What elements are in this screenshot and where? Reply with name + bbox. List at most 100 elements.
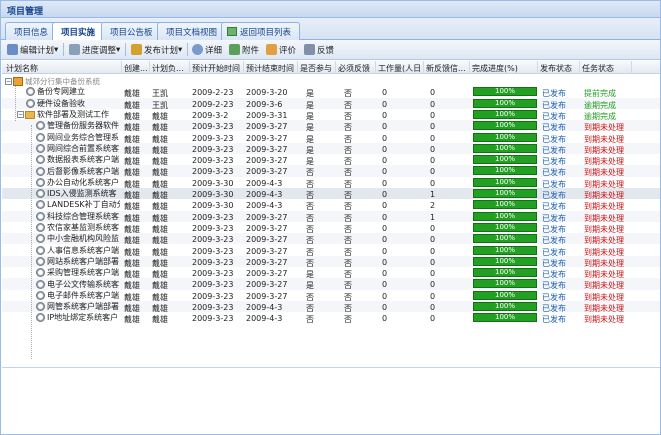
table-row[interactable]: 硬件设备验收 戴雄 王凯 2009-2-23 2009-3-6 是 否 0 0 100% 已发布 逾期… [2, 97, 660, 109]
column-header[interactable]: 新反馈信... [424, 61, 470, 74]
publish-status: 已发布 [542, 168, 566, 177]
publish-status: 已发布 [542, 224, 566, 234]
table-row[interactable]: 电子邮件系统客户端 戴雄 戴雄 2009-3-23 2009-3-27 否否 0 0 100% 已… [2, 290, 660, 301]
owner-cell: 戴雄 [152, 179, 168, 188]
feedback-required-cell: 否 [344, 168, 352, 177]
publish-status: 已发布 [542, 236, 566, 245]
review-button[interactable]: 评价 [264, 42, 298, 57]
task-status: 到期未处理 [584, 123, 624, 132]
toolbar: 编辑计划 ▾ 进度调整 ▾ 发布计划 ▾ 详细 附件 评价 反馈 [1, 40, 660, 60]
workload-cell: 0 [382, 257, 388, 267]
task-gear-icon [26, 98, 35, 108]
table-row[interactable]: 办公自动化系统客户 戴雄 戴雄 2009-3-30 2009-4-3 否否 0 0 100% 已发… [2, 177, 660, 188]
table-row[interactable]: 电子公文传输系统客 戴雄 戴雄 2009-3-23 2009-3-27 是否 0 0 100% 已… [2, 278, 660, 290]
detail-button[interactable]: 详细 [190, 42, 224, 57]
column-header[interactable]: 完成进度(%) [470, 61, 538, 74]
table-row[interactable]: 管理备份服务器软件 戴雄 戴雄 2009-3-23 2009-3-27 是否 0 0 100% 已… [2, 120, 660, 132]
window-title: 项目管理 [1, 1, 660, 18]
project-window: 项目管理 项目信息 项目实施 项目公告板 项目文档视图 返回项目列表 编辑计划 ▾… [0, 0, 661, 435]
table-row[interactable]: 科技综合管理系统客 戴雄 戴雄 2009-3-23 2009-3-27 否否 0 1 100% 已… [2, 210, 660, 222]
start-date-cell: 2009-3-23 [192, 223, 234, 233]
tab-project-implementation[interactable]: 项目实施 [52, 22, 105, 41]
task-status: 到期未处理 [584, 292, 624, 301]
column-header[interactable]: 计划名称 [4, 61, 122, 74]
end-date-cell: 2009-4-3 [246, 178, 283, 188]
table-row[interactable]: 网站系统客户端部署 戴雄 戴雄 2009-3-23 2009-3-27 否否 0 0 100% 已… [2, 255, 660, 268]
table-row[interactable]: IP地址绑定系统客户 戴雄 戴雄 2009-3-23 2009-4-3 否否 0 0 100% 已… [2, 312, 660, 324]
table-row[interactable]: 人事信息系统客户端 戴雄 戴雄 2009-3-23 2009-3-27 否否 0 0 100% 已… [2, 245, 660, 256]
feedback-required-cell: 否 [344, 258, 352, 268]
end-date-cell: 2009-3-27 [246, 223, 288, 233]
progress-adjust-button[interactable]: 进度调整 ▾ [67, 42, 122, 57]
start-date-cell: 2009-2-23 [192, 99, 234, 109]
plan-name: 人事信息系统客户端 [47, 245, 119, 255]
tab-project-info[interactable]: 项目信息 [5, 22, 58, 40]
table-row[interactable]: 采购管理系统客户端 戴雄 戴雄 2009-3-23 2009-3-27 是否 0 0 100% 已… [2, 267, 660, 278]
task-status: 到期未处理 [584, 315, 624, 324]
column-header[interactable]: 计划负... [150, 61, 190, 74]
new-feedback-cell: 2 [430, 201, 436, 211]
owner-cell: 戴雄 [152, 134, 168, 143]
task-gear-icon [36, 234, 45, 244]
table-row[interactable]: 中小金融机构风险监 戴雄 戴雄 2009-3-23 2009-3-27 否否 0 0 100% 已… [2, 233, 660, 245]
column-header[interactable]: 任务状态 [580, 61, 632, 74]
table-row[interactable]: 农信家基监测系统客 戴雄 戴雄 2009-3-23 2009-3-27 否否 0 0 100% 已… [2, 222, 660, 233]
task-gear-icon [36, 177, 45, 187]
task-gear-icon [36, 256, 45, 266]
table-row[interactable]: LANDESK补丁自动分 戴雄 戴雄 2009-3-30 2009-4-3 否否 0 2 100… [2, 199, 660, 211]
collapse-icon[interactable]: − [17, 111, 24, 119]
new-feedback-cell: 0 [430, 314, 436, 324]
column-header[interactable]: 必须反馈 [336, 61, 376, 74]
folder-icon [25, 110, 35, 119]
plan-name: 中小金融机构风险监 [47, 234, 119, 244]
table-row[interactable]: 网管系统客户端部署 戴雄 戴雄 2009-3-23 2009-4-3 否否 0 0 100% 已发… [2, 301, 660, 313]
table-row[interactable]: 网间业务综合管理系 戴雄 戴雄 2009-3-23 2009-3-27 是否 0 0 100% 已… [2, 132, 660, 143]
participate-cell: 是 [306, 111, 314, 121]
feedback-button[interactable]: 反馈 [302, 42, 336, 57]
creator-cell: 戴雄 [124, 202, 140, 211]
table-row[interactable]: 后督影像系统客户端 戴雄 戴雄 2009-3-23 2009-3-27 否否 0 0 100% 已… [2, 165, 660, 177]
table-row[interactable]: 网间综合前置系统客 戴雄 戴雄 2009-3-23 2009-3-27 是否 0 0 100% 已… [2, 142, 660, 155]
column-header[interactable]: 预计结束时间 [244, 61, 298, 74]
participate-cell: 否 [306, 304, 314, 313]
plan-name: 网管系统客户端部署 [47, 302, 119, 312]
task-status: 到期未处理 [584, 202, 624, 211]
tab-project-docs[interactable]: 项目文档视图 [157, 22, 227, 40]
column-header[interactable]: 发布状态 [538, 61, 580, 74]
publish-plan-button[interactable]: 发布计划 ▾ [129, 42, 184, 57]
creator-cell: 戴雄 [124, 134, 140, 143]
publish-status: 已发布 [542, 145, 566, 155]
column-header[interactable]: 工作量(人日 [376, 61, 424, 74]
attachment-button[interactable]: 附件 [227, 42, 261, 57]
table-row[interactable]: 数据报表系统客户端 戴雄 戴雄 2009-3-23 2009-3-27 是否 0 0 100% 已… [2, 154, 660, 165]
table-row[interactable]: IDS入侵监测系统客 戴雄 戴雄 2009-3-30 2009-4-3 否否 0 1 100% 已… [2, 188, 660, 200]
new-feedback-cell: 1 [430, 212, 436, 222]
tab-back-to-list[interactable]: 返回项目列表 [221, 22, 301, 40]
start-date-cell: 2009-3-23 [192, 314, 234, 324]
column-header[interactable]: 创建... [122, 61, 150, 74]
task-status: 到期未处理 [584, 191, 624, 200]
tab-strip: 项目信息 项目实施 项目公告板 项目文档视图 返回项目列表 [1, 18, 660, 41]
table-row[interactable]: − 软件部署及测试工作 戴雄 戴雄 2009-3-2 2009-3-31 是 否 0 0 100% 已… [2, 109, 660, 120]
publish-status: 已发布 [542, 157, 566, 166]
column-header[interactable]: 预计开始时间 [190, 61, 244, 74]
creator-cell: 戴雄 [124, 100, 140, 109]
task-status: 提前完成 [584, 89, 616, 98]
edit-plan-button[interactable]: 编辑计划 ▾ [5, 42, 60, 57]
collapse-icon[interactable]: − [5, 78, 12, 85]
creator-cell: 戴雄 [124, 224, 140, 234]
table-row[interactable]: 备份专网建立 戴雄 王凯 2009-2-23 2009-3-20 是 否 0 0 100% 已发布 提… [2, 86, 660, 98]
task-status: 逾期完成 [584, 111, 616, 121]
tab-project-bulletin[interactable]: 项目公告板 [101, 22, 162, 40]
new-feedback-cell: 0 [430, 178, 436, 188]
column-header[interactable]: 是否参与 [298, 61, 336, 74]
publish-status: 已发布 [542, 247, 566, 256]
progress-bar: 100% [473, 302, 537, 311]
end-date-cell: 2009-3-27 [246, 212, 288, 222]
tree-cell: LANDESK补丁自动分 [36, 199, 120, 210]
workload-cell: 0 [382, 122, 388, 132]
progress-bar: 100% [473, 98, 537, 108]
review-label: 评价 [279, 45, 297, 56]
publish-status: 已发布 [542, 89, 566, 98]
start-date-cell: 2009-3-23 [192, 167, 234, 177]
